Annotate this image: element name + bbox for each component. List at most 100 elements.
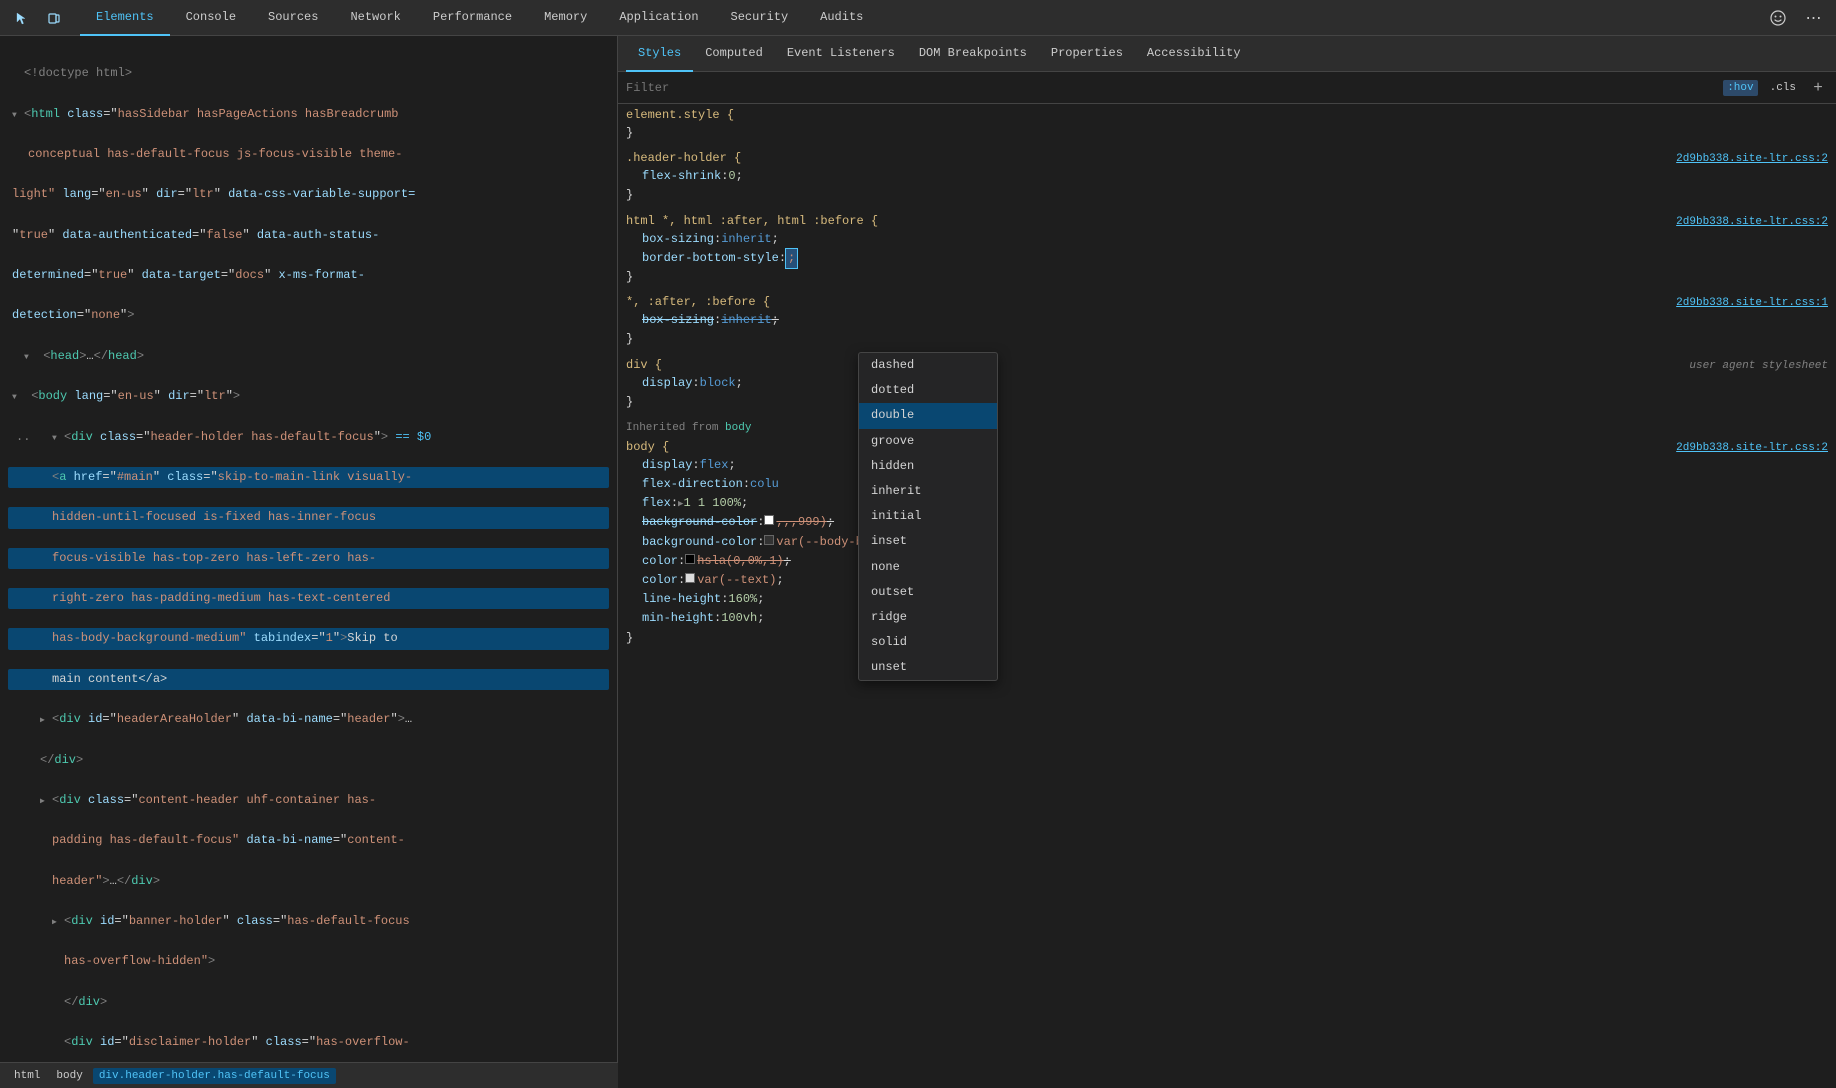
css-bg-color-name[interactable]: background-color bbox=[642, 533, 757, 552]
html-open-row[interactable]: <html class="hasSidebar hasPageActions h… bbox=[8, 104, 609, 125]
css-body-selector: body { bbox=[626, 440, 669, 454]
css-box-sizing-name[interactable]: box-sizing bbox=[642, 230, 714, 249]
more-options-button[interactable]: ⋯ bbox=[1800, 4, 1828, 32]
skip-link-attrs-row2: focus-visible has-top-zero has-left-zero… bbox=[8, 548, 609, 569]
tab-audits[interactable]: Audits bbox=[804, 0, 879, 36]
css-universal-source[interactable]: 2d9bb338.site-ltr.css:1 bbox=[1676, 297, 1828, 309]
css-semicolon: ; bbox=[736, 167, 743, 186]
css-display-body-value[interactable]: flex bbox=[700, 456, 729, 475]
css-min-height-name[interactable]: min-height bbox=[642, 609, 714, 628]
breadcrumb-body[interactable]: body bbox=[50, 1068, 88, 1084]
color-swatch-1[interactable] bbox=[685, 554, 695, 564]
autocomplete-item-dotted[interactable]: dotted bbox=[859, 378, 997, 403]
css-body-source[interactable]: 2d9bb338.site-ltr.css:2 bbox=[1676, 442, 1828, 454]
css-bg-color-strikethrough-value[interactable]: ,,,999) bbox=[776, 513, 826, 532]
tab-security[interactable]: Security bbox=[715, 0, 805, 36]
toolbar-right: ⋯ bbox=[1764, 4, 1828, 32]
css-display-div-value[interactable]: block bbox=[700, 374, 736, 393]
hov-toggle[interactable]: :hov bbox=[1723, 80, 1757, 96]
styles-content[interactable]: element.style { } .header-holder { 2d9bb… bbox=[618, 104, 1836, 1088]
css-header-holder-selector: .header-holder { bbox=[626, 151, 741, 165]
tab-console[interactable]: Console bbox=[170, 0, 252, 36]
add-style-rule-button[interactable]: + bbox=[1808, 78, 1828, 98]
autocomplete-item-initial[interactable]: initial bbox=[859, 504, 997, 529]
autocomplete-item-ridge[interactable]: ridge bbox=[859, 605, 997, 630]
color-swatch-2[interactable] bbox=[685, 573, 695, 583]
cls-toggle[interactable]: .cls bbox=[1766, 80, 1800, 96]
css-display-body-name[interactable]: display bbox=[642, 456, 692, 475]
css-box-sizing-universal-line: box-sizing : inherit ; bbox=[626, 311, 1828, 330]
body-row[interactable]: <body lang="en-us" dir="ltr"> bbox=[8, 386, 609, 407]
autocomplete-item-none[interactable]: none bbox=[859, 555, 997, 580]
css-flex-direction-name[interactable]: flex-direction bbox=[642, 475, 743, 494]
autocomplete-item-inherit[interactable]: inherit bbox=[859, 479, 997, 504]
css-line-height-line: line-height : 160% ; bbox=[626, 590, 1828, 609]
css-min-height-value[interactable]: 100vh bbox=[721, 609, 757, 628]
css-box-sizing-universal-value[interactable]: inherit bbox=[721, 311, 771, 330]
tab-accessibility[interactable]: Accessibility bbox=[1135, 36, 1253, 72]
skip-link-text-row: main content</a> bbox=[8, 669, 609, 690]
header-area-row[interactable]: <div id="headerAreaHolder" data-bi-name=… bbox=[8, 709, 609, 730]
tab-application[interactable]: Application bbox=[603, 0, 714, 36]
css-close-brace: } bbox=[626, 124, 633, 143]
autocomplete-item-solid[interactable]: solid bbox=[859, 630, 997, 655]
css-line-height-value[interactable]: 160% bbox=[728, 590, 757, 609]
tab-network[interactable]: Network bbox=[334, 0, 416, 36]
skip-link-row[interactable]: <a href="#main" class="skip-to-main-link… bbox=[8, 467, 609, 488]
css-flex-value[interactable]: 1 1 100% bbox=[683, 494, 741, 513]
css-prop-value[interactable]: 0 bbox=[728, 167, 735, 186]
elements-tree[interactable]: <!doctype html> <html class="hasSidebar … bbox=[0, 36, 618, 1088]
breadcrumb-html[interactable]: html bbox=[8, 1068, 46, 1084]
autocomplete-item-hidden[interactable]: hidden bbox=[859, 454, 997, 479]
css-close-brace-line4: } bbox=[626, 330, 1828, 349]
filter-input[interactable] bbox=[626, 81, 1715, 95]
emoji-button[interactable] bbox=[1764, 4, 1792, 32]
html-attrs-row: conceptual has-default-focus js-focus-vi… bbox=[8, 144, 609, 165]
css-flex-name[interactable]: flex bbox=[642, 494, 671, 513]
tab-properties[interactable]: Properties bbox=[1039, 36, 1135, 72]
bg-color-swatch-2[interactable] bbox=[764, 535, 774, 545]
css-prop-name[interactable]: flex-shrink bbox=[642, 167, 721, 186]
css-bg-color-strikethrough-name[interactable]: background-color bbox=[642, 513, 757, 532]
css-bg-color-line: background-color : var(--body-background… bbox=[626, 533, 1828, 552]
css-line-height-name[interactable]: line-height bbox=[642, 590, 721, 609]
tab-computed[interactable]: Computed bbox=[693, 36, 775, 72]
css-color-value[interactable]: var(--text) bbox=[697, 571, 776, 590]
disclaimer-row[interactable]: <div id="disclaimer-holder" class="has-o… bbox=[8, 1032, 609, 1053]
bg-color-swatch-1[interactable] bbox=[764, 515, 774, 525]
css-border-bottom-value[interactable]: ; bbox=[786, 249, 797, 268]
cursor-tool-button[interactable] bbox=[8, 4, 36, 32]
tab-performance[interactable]: Performance bbox=[417, 0, 528, 36]
autocomplete-item-inset[interactable]: inset bbox=[859, 529, 997, 554]
css-color-line: color : var(--text) ; bbox=[626, 571, 1828, 590]
autocomplete-item-double[interactable]: double bbox=[859, 403, 997, 428]
autocomplete-item-groove[interactable]: groove bbox=[859, 429, 997, 454]
breadcrumb-active[interactable]: div.header-holder.has-default-focus bbox=[93, 1068, 336, 1084]
autocomplete-item-dashed[interactable]: dashed bbox=[859, 353, 997, 378]
css-html-all-source[interactable]: 2d9bb338.site-ltr.css:2 bbox=[1676, 216, 1828, 228]
head-row[interactable]: <head>…</head> bbox=[8, 346, 609, 367]
css-box-sizing-value[interactable]: inherit bbox=[721, 230, 771, 249]
css-header-holder-selector-line: .header-holder { 2d9bb338.site-ltr.css:2 bbox=[626, 151, 1828, 165]
css-border-bottom-name[interactable]: border-bottom-style bbox=[642, 249, 779, 268]
html-attrs-row5: detection="none"> bbox=[8, 305, 609, 326]
css-display-div-name[interactable]: display bbox=[642, 374, 692, 393]
tab-sources[interactable]: Sources bbox=[252, 0, 334, 36]
autocomplete-item-unset[interactable]: unset bbox=[859, 655, 997, 680]
css-color-strikethrough-name[interactable]: color bbox=[642, 552, 678, 571]
css-box-sizing-universal-name[interactable]: box-sizing bbox=[642, 311, 714, 330]
banner-row[interactable]: <div id="banner-holder" class="has-defau… bbox=[8, 911, 609, 932]
tab-styles[interactable]: Styles bbox=[626, 36, 693, 72]
autocomplete-item-outset[interactable]: outset bbox=[859, 580, 997, 605]
tab-dom-breakpoints[interactable]: DOM Breakpoints bbox=[907, 36, 1039, 72]
main-layout: <!doctype html> <html class="hasSidebar … bbox=[0, 36, 1836, 1088]
content-header-row[interactable]: <div class="content-header uhf-container… bbox=[8, 790, 609, 811]
css-flex-direction-value[interactable]: colu bbox=[750, 475, 779, 494]
css-color-name[interactable]: color bbox=[642, 571, 678, 590]
tab-event-listeners[interactable]: Event Listeners bbox=[775, 36, 907, 72]
css-color-strikethrough-value[interactable]: hsla(0,0%,1) bbox=[697, 552, 783, 571]
tab-memory[interactable]: Memory bbox=[528, 0, 603, 36]
device-toggle-button[interactable] bbox=[40, 4, 68, 32]
css-header-holder-source[interactable]: 2d9bb338.site-ltr.css:2 bbox=[1676, 153, 1828, 165]
tab-elements[interactable]: Elements bbox=[80, 0, 170, 36]
